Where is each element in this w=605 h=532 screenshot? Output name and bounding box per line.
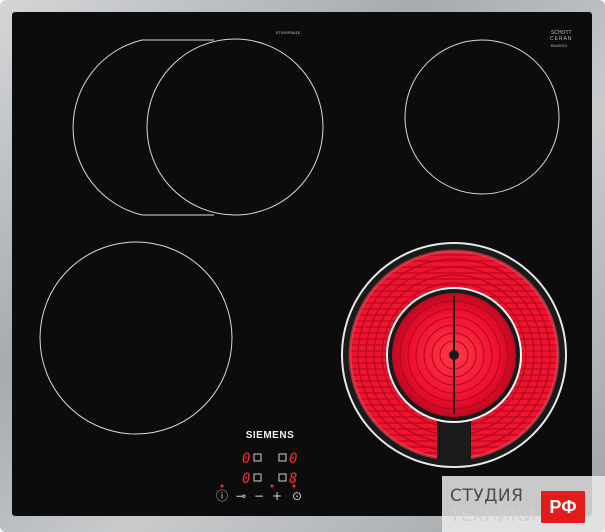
- power-button[interactable]: ⓘ: [214, 490, 230, 502]
- cooktop-product-image: ET645FBA1E SCHOTT CERAN B040010 SIEMENS …: [0, 0, 605, 532]
- plus-button[interactable]: +: [270, 490, 284, 502]
- watermark-line-2: ТЕХНИКИ: [450, 506, 537, 526]
- cooktop-illustration: [0, 0, 605, 532]
- watermark-line-1: СТУДИЯ: [450, 486, 524, 506]
- brand-logo: SIEMENS: [245, 430, 295, 441]
- glass-code-label: B040010: [551, 43, 568, 48]
- minus-button[interactable]: −: [252, 490, 266, 502]
- watermark: СТУДИЯ ТЕХНИКИ РФ: [442, 476, 605, 532]
- timer-button[interactable]: ⊙: [288, 490, 306, 502]
- child-lock-button[interactable]: ⊸: [232, 490, 250, 502]
- cooking-zone-bottom-right-heated[interactable]: [341, 242, 567, 468]
- watermark-badge: РФ: [541, 491, 585, 523]
- right-zone-display: 0: [289, 451, 298, 467]
- model-code-label: ET645FBA1E: [276, 30, 301, 35]
- glass-brand-bottom: CERAN: [550, 36, 573, 42]
- lower-left-zone-display: 0: [242, 471, 251, 487]
- lower-right-zone-display: 8: [289, 471, 298, 487]
- left-zone-display: 0: [242, 451, 251, 467]
